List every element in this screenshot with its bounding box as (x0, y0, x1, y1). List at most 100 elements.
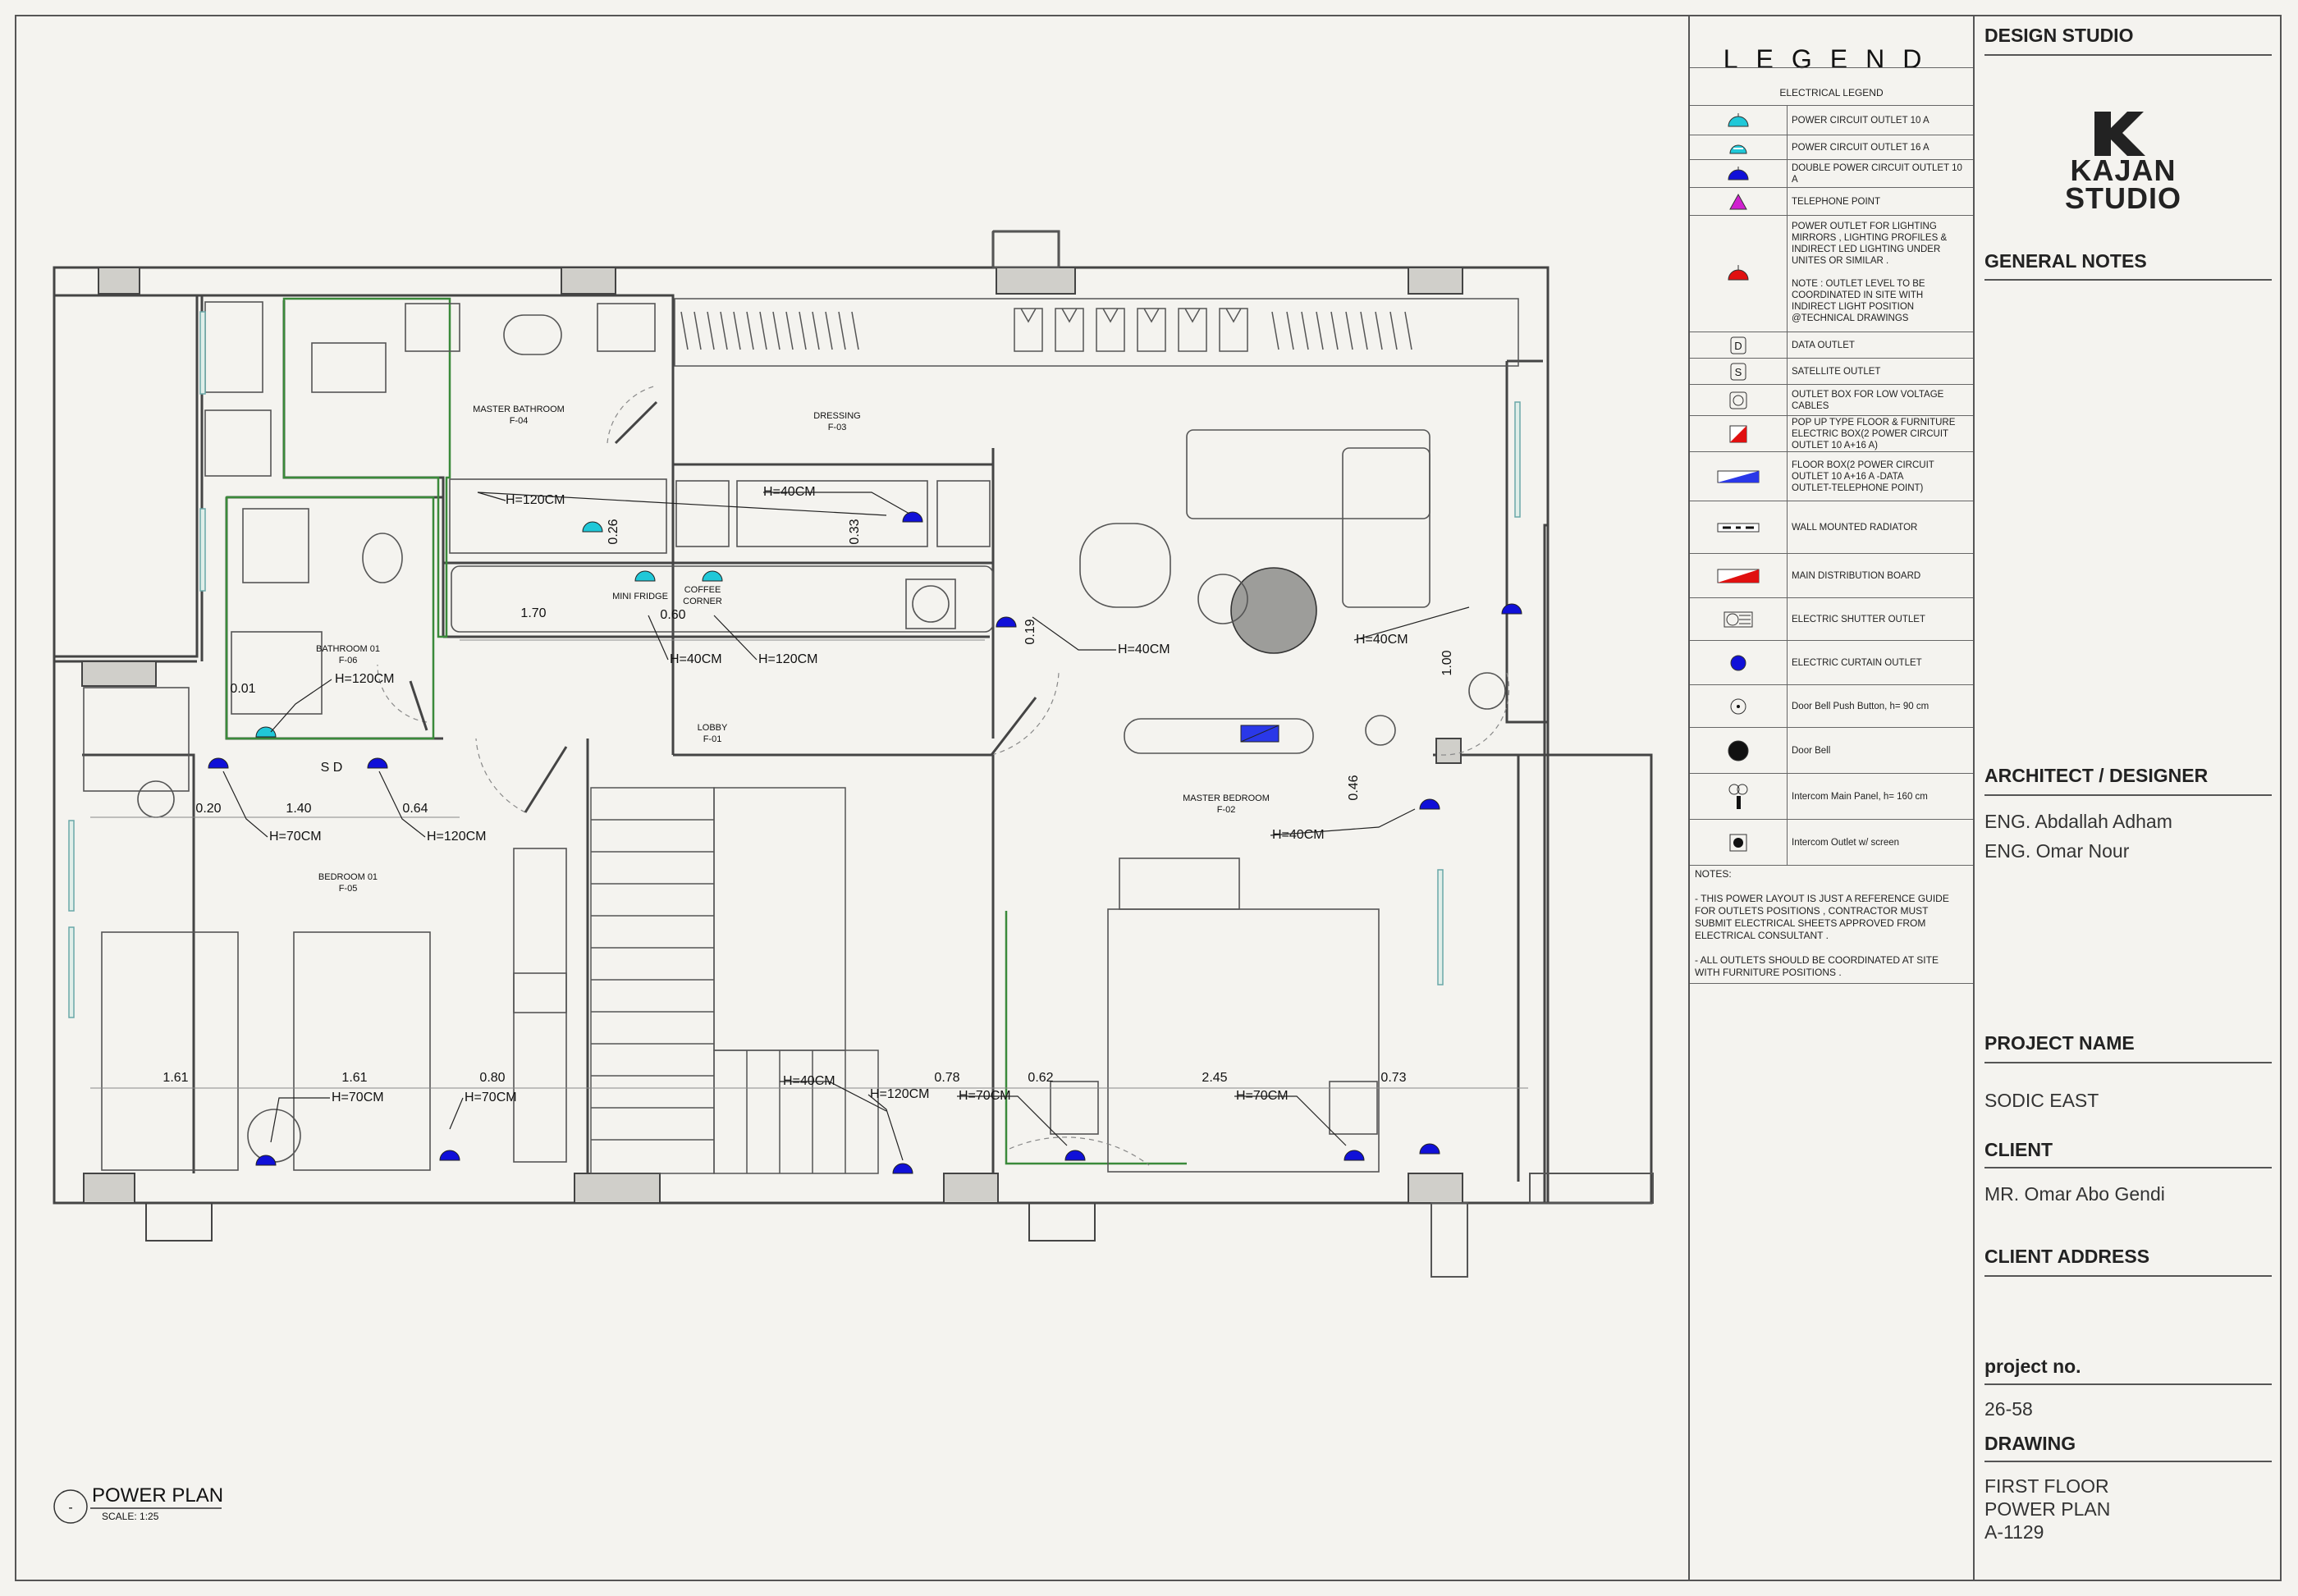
staircase (590, 787, 879, 1174)
fixture-label: CORNER (683, 597, 722, 606)
dimension-label: 1.61 (341, 1071, 367, 1085)
legend-symbol (1690, 685, 1788, 727)
door-bell-icon (1728, 740, 1749, 761)
power-outlet-icon (1419, 1143, 1440, 1155)
room-code: F-01 (703, 734, 722, 744)
wardrobe (674, 298, 1519, 367)
dimension-label: 1.40 (286, 802, 311, 816)
furniture (83, 301, 1506, 1173)
room-code: F-06 (339, 656, 358, 665)
legend-item: Intercom Outlet w/ screen (1690, 819, 1973, 865)
rule (1984, 279, 2272, 281)
legend-subtitle: ELECTRICAL LEGEND (1779, 87, 1884, 98)
legend-item: Door Bell (1690, 727, 1973, 773)
room-code: F-02 (1217, 805, 1236, 815)
popup-floor-box-icon (1729, 425, 1747, 442)
power-outlet-10a-icon (1728, 112, 1749, 126)
floor-plan: MASTER BATHROOM F-04 DRESSING F-03 BATHR… (53, 230, 1654, 1524)
dimension-label: 0.26 (607, 519, 620, 544)
project-name-heading: PROJECT NAME (1984, 1032, 2135, 1054)
dimension-label: 0.73 (1380, 1071, 1406, 1085)
plan-title: - POWER PLAN SCALE: 1:25 (53, 1484, 223, 1524)
dimension-label: 0.78 (934, 1071, 959, 1085)
legend-label: ELECTRIC CURTAIN OUTLET (1792, 657, 1922, 668)
legend-label: ELECTRIC SHUTTER OUTLET (1792, 614, 1925, 624)
plan-title-text: POWER PLAN (92, 1484, 223, 1507)
legend-item: POP UP TYPE FLOOR & FURNITURE ELECTRIC B… (1690, 415, 1973, 451)
legend-label: SATELLITE OUTLET (1792, 366, 1881, 377)
plan-marker: - (68, 1501, 72, 1515)
legend-symbol (1690, 774, 1788, 819)
height-label: H=70CM (269, 830, 322, 844)
power-outlet-icon (367, 757, 388, 769)
legend-symbol (1690, 160, 1788, 187)
fixture-label: MINI FRIDGE (612, 592, 668, 601)
svg-text:STUDIO: STUDIO (2065, 181, 2181, 212)
power-outlet-icon (439, 1150, 460, 1161)
low-voltage-box-icon (1729, 391, 1747, 409)
legend-item: S SATELLITE OUTLET (1690, 358, 1973, 384)
rule (1984, 1275, 2272, 1277)
legend-item: TELEPHONE POINT (1690, 187, 1973, 215)
dimension-label: 0.60 (660, 608, 685, 622)
power-outlet-icon (208, 757, 229, 769)
double-outlet-icon (1728, 166, 1749, 180)
legend-symbol (1690, 216, 1788, 332)
rule (1984, 1167, 2272, 1168)
architect-heading: ARCHITECT / DESIGNER (1984, 765, 2209, 786)
intercom-panel-icon (1728, 784, 1748, 809)
room-code: F-05 (339, 884, 358, 894)
height-label: H=70CM (465, 1091, 517, 1104)
legend-symbol: S (1690, 359, 1788, 384)
dimension-label: 1.00 (1440, 650, 1454, 675)
room-name: MASTER BEDROOM (1183, 793, 1270, 803)
legend-label: MAIN DISTRIBUTION BOARD (1792, 570, 1921, 581)
legend-symbol (1690, 501, 1788, 553)
height-label: H=40CM (1356, 633, 1408, 647)
general-notes-heading: GENERAL NOTES (1984, 250, 2147, 272)
legend-symbol (1690, 452, 1788, 501)
dimension-label: 2.45 (1202, 1071, 1227, 1085)
legend-label: POWER CIRCUIT OUTLET 10 A (1792, 115, 1929, 126)
room-code: F-03 (828, 423, 847, 432)
legend-divider (1690, 865, 1973, 866)
dimension-label: 1.61 (163, 1071, 188, 1085)
legend-label: WALL MOUNTED RADIATOR (1792, 522, 1918, 533)
legend-label: POWER CIRCUIT OUTLET 16 A (1792, 142, 1929, 153)
room-name: BATHROOM 01 (316, 644, 380, 654)
height-label: H=40CM (670, 652, 722, 666)
telephone-point-icon (1729, 193, 1747, 209)
power-outlet-16a-icon (1729, 144, 1747, 153)
rule (1984, 794, 2272, 796)
legend-label: OUTLET BOX FOR LOW VOLTAGE CABLES (1792, 389, 1944, 411)
drawing-line: A-1129 (1984, 1521, 2044, 1543)
legend-item: MAIN DISTRIBUTION BOARD (1690, 553, 1973, 597)
power-outlet-icon (892, 1163, 913, 1174)
power-outlet-icon (702, 570, 723, 582)
legend-symbol (1690, 598, 1788, 640)
dimension-label: 0.19 (1023, 619, 1037, 644)
power-outlet-icon (1501, 603, 1522, 615)
height-label: H=120CM (427, 830, 486, 844)
power-outlet-icon (582, 521, 603, 533)
intercom-outlet-icon (1729, 834, 1747, 851)
client-name: MR. Omar Abo Gendi (1984, 1183, 2165, 1205)
legend-item: Intercom Main Panel, h= 160 cm (1690, 773, 1973, 819)
legend-symbol (1690, 188, 1788, 215)
client-address-heading: CLIENT ADDRESS (1984, 1246, 2150, 1267)
dimension-label: 0.01 (230, 682, 255, 696)
drawing-line: POWER PLAN (1984, 1498, 2111, 1520)
drawing-heading: DRAWING (1984, 1433, 2076, 1454)
room-name: MASTER BATHROOM (473, 405, 565, 414)
power-outlet-icon (1419, 798, 1440, 810)
legend-symbol (1690, 641, 1788, 684)
legend-label: DATA OUTLET (1792, 340, 1855, 350)
rule (1984, 1062, 2272, 1063)
rule (1984, 1383, 2272, 1385)
project-no: 26-58 (1984, 1398, 2033, 1420)
legend-item: FLOOR BOX(2 POWER CIRCUIT OUTLET 10 A+16… (1690, 451, 1973, 501)
plan-scale: SCALE: 1:25 (102, 1511, 159, 1522)
title-block: DESIGN STUDIO KAJAN STUDIO GENERAL NOTES… (1973, 15, 2282, 1581)
project-no-heading: project no. (1984, 1356, 2081, 1377)
rule (1984, 54, 2272, 56)
